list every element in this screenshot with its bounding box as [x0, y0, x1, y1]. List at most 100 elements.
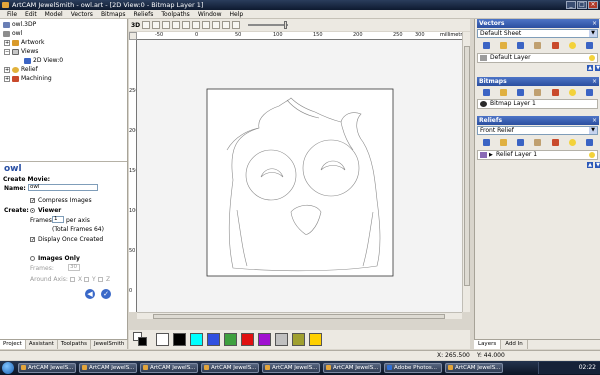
new-layer-icon[interactable] [483, 89, 490, 96]
save-layer-icon[interactable] [517, 89, 525, 96]
close-icon[interactable]: × [592, 77, 597, 86]
taskbar-item[interactable]: ArtCAM JewelS... [262, 363, 320, 373]
expand-icon[interactable]: + [4, 39, 10, 46]
display-once-checkbox[interactable]: ✓ Display Once Created [30, 236, 103, 243]
name-input[interactable]: owl [28, 184, 98, 191]
palette-swatch[interactable] [292, 333, 305, 346]
menu-bitmaps[interactable]: Bitmaps [97, 10, 130, 18]
expand-icon[interactable]: + [4, 75, 10, 82]
zoom-out-icon[interactable] [162, 21, 171, 29]
collapse-icon[interactable]: − [4, 48, 10, 55]
menu-toolpaths[interactable]: Toolpaths [157, 10, 193, 18]
tree-item-views[interactable]: − Views [4, 47, 38, 56]
palette-swatch[interactable] [207, 333, 220, 346]
close-icon[interactable]: × [592, 19, 597, 28]
secondary-color-swatch[interactable] [138, 337, 147, 346]
clock[interactable]: 02:22 [579, 364, 596, 371]
delete-layer-icon[interactable] [551, 89, 559, 96]
open-layer-icon[interactable] [500, 89, 508, 96]
radio-selected-icon[interactable] [30, 208, 35, 213]
palette-swatch[interactable] [224, 333, 237, 346]
move-up-icon[interactable]: ▲ [587, 65, 593, 71]
frames-input[interactable]: 1 [52, 216, 64, 223]
radio-unselected-icon[interactable] [30, 256, 35, 261]
delete-layer-icon[interactable] [551, 42, 559, 49]
delete-layer-icon[interactable] [551, 139, 559, 146]
palette-swatch[interactable] [275, 333, 288, 346]
vertical-scrollbar[interactable] [462, 32, 470, 312]
save-layer-icon[interactable] [517, 139, 525, 146]
bitmap-transparency-slider[interactable] [248, 21, 289, 29]
bulb-icon[interactable] [589, 55, 595, 61]
palette-swatch[interactable] [258, 333, 271, 346]
zoom-fit-icon[interactable] [172, 21, 181, 29]
palette-swatch[interactable] [241, 333, 254, 346]
taskbar-item[interactable]: ArtCAM JewelS... [79, 363, 137, 373]
bitmap-toggle-icon[interactable] [222, 21, 231, 29]
vector-sheet-dropdown[interactable]: Default Sheet ▼ [477, 29, 598, 38]
grid-icon[interactable] [202, 21, 211, 29]
tree-item-machining[interactable]: + Machining [4, 74, 52, 83]
menu-reliefs[interactable]: Reliefs [130, 10, 158, 18]
tab-jewelsmith[interactable]: JewelSmith [91, 340, 129, 349]
arrow-icon[interactable] [232, 21, 241, 29]
close-icon[interactable]: × [592, 116, 597, 125]
menu-help[interactable]: Help [225, 10, 247, 18]
visibility-bulb-icon[interactable] [568, 139, 576, 146]
menu-file[interactable]: File [3, 10, 21, 18]
view-3d-button[interactable]: 3D [131, 22, 140, 29]
new-layer-icon[interactable] [483, 139, 490, 146]
viewer-radio[interactable]: Viewer [30, 207, 61, 214]
palette-swatch[interactable] [156, 333, 169, 346]
move-down-icon[interactable]: ▼ [595, 65, 600, 71]
checkbox-checked-icon[interactable]: ✓ [30, 237, 35, 243]
tree-item-owl-3dp[interactable]: owl.3DP [3, 20, 36, 29]
scrollbar-thumb[interactable] [464, 46, 470, 286]
new-layer-icon[interactable] [483, 42, 490, 49]
start-button[interactable] [2, 362, 14, 374]
open-layer-icon[interactable] [500, 139, 508, 146]
maximize-button[interactable]: □ [577, 1, 587, 9]
visibility-bulb-icon[interactable] [568, 89, 576, 96]
tree-item-owl[interactable]: owl [3, 29, 22, 38]
zoom-icon[interactable] [142, 21, 151, 29]
palette-swatch[interactable] [173, 333, 186, 346]
layer-settings-icon[interactable] [585, 42, 593, 49]
tab-assistant[interactable]: Assistant [26, 340, 58, 349]
images-only-radio[interactable]: Images Only [30, 255, 80, 262]
checkbox-checked-icon[interactable]: ✓ [30, 198, 35, 204]
zoom-previous-icon[interactable] [182, 21, 191, 29]
taskbar-item[interactable]: ArtCAM JewelS... [445, 363, 503, 373]
taskbar-item[interactable]: ArtCAM JewelS... [323, 363, 381, 373]
bitmap-layer-row[interactable]: Bitmap Layer 1 [477, 99, 598, 109]
palette-swatch[interactable] [309, 333, 322, 346]
merge-layer-icon[interactable] [534, 139, 542, 146]
taskbar-item[interactable]: ArtCAM JewelS... [18, 363, 76, 373]
taskbar-item[interactable]: ArtCAM JewelS... [201, 363, 259, 373]
drawing-canvas[interactable] [137, 40, 462, 312]
layer-settings-icon[interactable] [585, 89, 593, 96]
palette-swatch[interactable] [190, 333, 203, 346]
menu-model[interactable]: Model [41, 10, 67, 18]
slider-thumb[interactable] [284, 21, 288, 29]
back-arrow-icon[interactable]: ◀ [85, 289, 95, 299]
open-layer-icon[interactable] [500, 42, 508, 49]
tab-project[interactable]: Project [0, 340, 26, 349]
tree-item-2d-view[interactable]: 2D View:0 [24, 56, 63, 65]
merge-layer-icon[interactable] [534, 89, 542, 96]
close-button[interactable]: × [588, 1, 598, 9]
menu-window[interactable]: Window [194, 10, 226, 18]
horizontal-scrollbar[interactable] [137, 312, 462, 319]
relief-layer-row[interactable]: ▶ Relief Layer 1 [477, 150, 598, 160]
chevron-down-icon[interactable]: ▼ [589, 127, 597, 134]
tab-layers[interactable]: Layers [474, 340, 502, 349]
tab-add-in[interactable]: Add In [501, 340, 528, 349]
display-toggle-icon[interactable] [212, 21, 221, 29]
pan-icon[interactable] [192, 21, 201, 29]
chevron-down-icon[interactable]: ▼ [589, 30, 597, 37]
taskbar-item[interactable]: Adobe Photos... [384, 363, 442, 373]
move-down-icon[interactable]: ▼ [595, 162, 600, 168]
menu-edit[interactable]: Edit [21, 10, 41, 18]
move-up-icon[interactable]: ▲ [587, 162, 593, 168]
scrollbar-thumb[interactable] [153, 314, 445, 319]
